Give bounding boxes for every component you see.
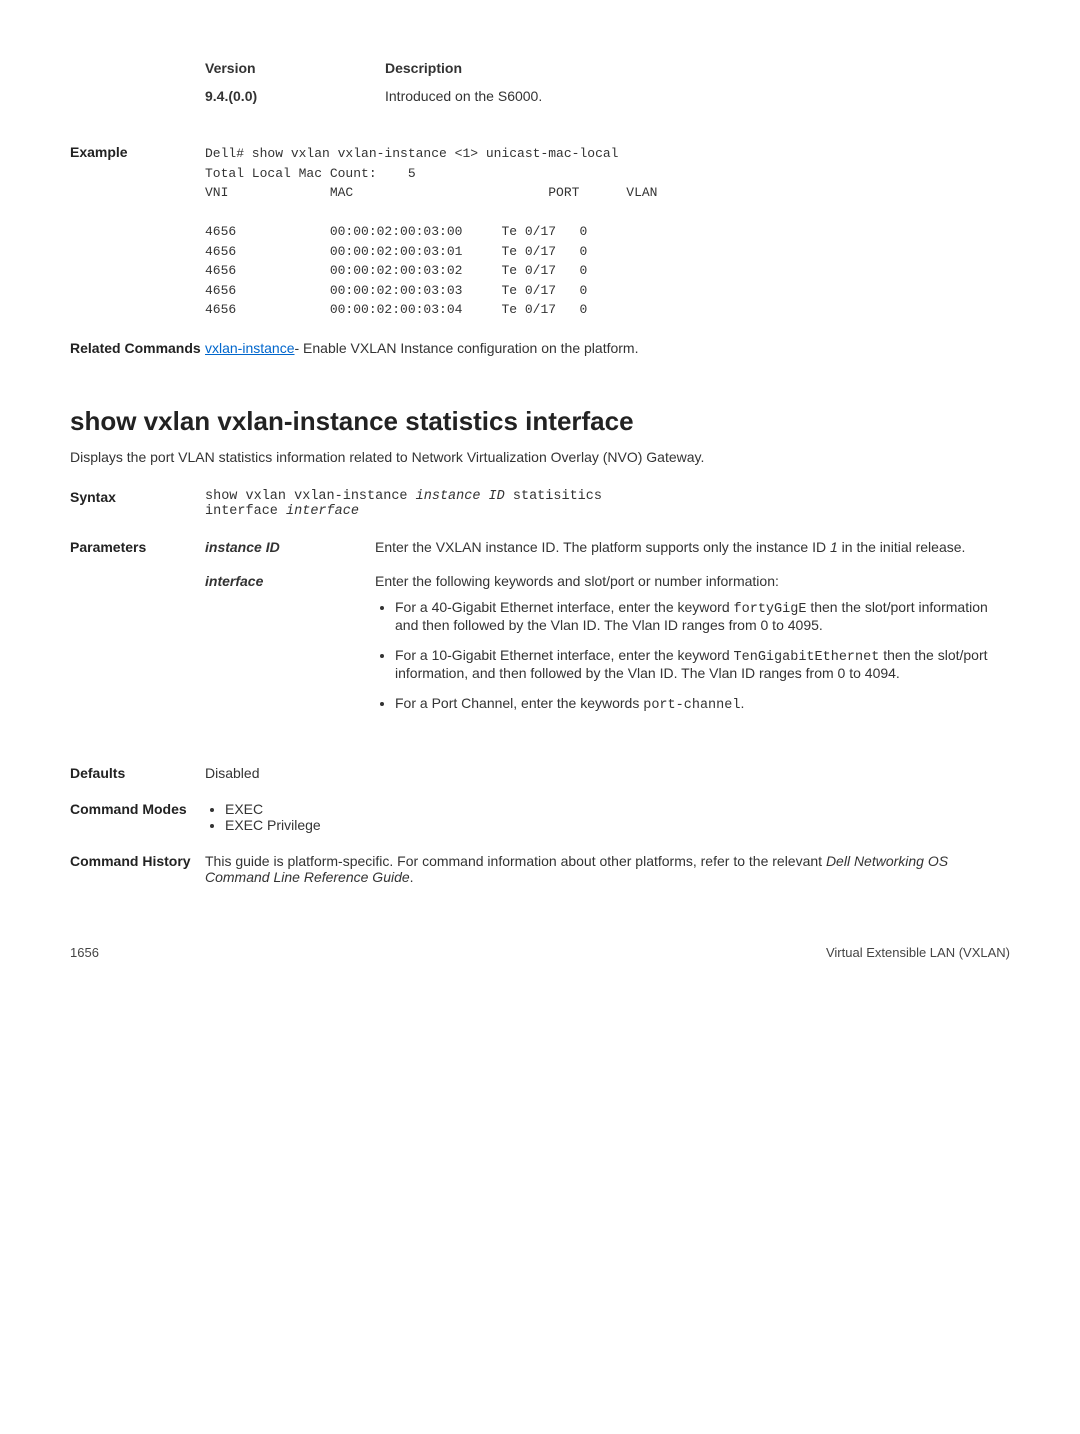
section-title: show vxlan vxlan-instance statistics int… xyxy=(70,406,1010,437)
page-footer: 1656 Virtual Extensible LAN (VXLAN) xyxy=(70,945,1010,960)
cmd-hist-b: . xyxy=(410,869,414,885)
param-desc-instance-id: Enter the VXLAN instance ID. The platfor… xyxy=(375,539,965,555)
version-header: Version Description xyxy=(205,60,1010,76)
param2-intro: Enter the following keywords and slot/po… xyxy=(375,573,1010,589)
syntax-row: Syntax show vxlan vxlan-instance instanc… xyxy=(70,489,1010,519)
example-row: Example Dell# show vxlan vxlan-instance … xyxy=(70,144,1010,320)
b2code: TenGigabitEthernet xyxy=(734,650,880,665)
syntax-italic2: interface xyxy=(286,504,359,519)
example-code: Dell# show vxlan vxlan-instance <1> unic… xyxy=(205,144,1010,320)
parameters-row: Parameters instance ID Enter the VXLAN i… xyxy=(70,539,1010,745)
cmd-hist-a: This guide is platform-specific. For com… xyxy=(205,853,826,869)
param2-bullet2: For a 10-Gigabit Ethernet interface, ent… xyxy=(395,647,1010,681)
related-link[interactable]: vxlan-instance xyxy=(205,340,295,356)
b3code: port-channel xyxy=(643,698,740,713)
section-intro: Displays the port VLAN statistics inform… xyxy=(70,449,1010,465)
syntax-italic: instance ID xyxy=(416,489,505,504)
param1-desc-a: Enter the VXLAN instance ID. The platfor… xyxy=(375,539,830,555)
param2-list: For a 40-Gigabit Ethernet interface, ent… xyxy=(375,599,1010,713)
defaults-value: Disabled xyxy=(205,765,1010,781)
parameters-label: Parameters xyxy=(70,539,205,745)
param2-bullet3: For a Port Channel, enter the keywords p… xyxy=(395,695,1010,713)
syntax-label: Syntax xyxy=(70,489,205,519)
b3b: . xyxy=(740,695,744,711)
footer-chapter: Virtual Extensible LAN (VXLAN) xyxy=(826,945,1010,960)
related-label: Related Commands xyxy=(70,340,205,356)
defaults-row: Defaults Disabled xyxy=(70,765,1010,781)
command-modes-row: Command Modes EXEC EXEC Privilege xyxy=(70,801,1010,833)
b1a: For a 40-Gigabit Ethernet interface, ent… xyxy=(395,599,734,615)
related-commands-row: Related Commands vxlan-instance- Enable … xyxy=(70,340,1010,356)
param2-bullet1: For a 40-Gigabit Ethernet interface, ent… xyxy=(395,599,1010,633)
command-history-row: Command History This guide is platform-s… xyxy=(70,853,1010,885)
version-value: 9.4.(0.0) xyxy=(205,88,385,104)
cmd-mode-exec-priv: EXEC Privilege xyxy=(225,817,1010,833)
param-row-interface: interface Enter the following keywords a… xyxy=(205,573,1010,727)
defaults-label: Defaults xyxy=(70,765,205,781)
cmd-mode-exec: EXEC xyxy=(225,801,1010,817)
command-history-text: This guide is platform-specific. For com… xyxy=(205,853,1010,885)
param-desc-interface: Enter the following keywords and slot/po… xyxy=(375,573,1010,727)
b3a: For a Port Channel, enter the keywords xyxy=(395,695,643,711)
param1-desc-italic: 1 xyxy=(830,539,838,555)
command-history-label: Command History xyxy=(70,853,205,885)
b2a: For a 10-Gigabit Ethernet interface, ent… xyxy=(395,647,734,663)
param-row-instance-id: instance ID Enter the VXLAN instance ID.… xyxy=(205,539,1010,555)
example-label: Example xyxy=(70,144,205,320)
version-desc: Introduced on the S6000. xyxy=(385,88,542,104)
param1-desc-b: in the initial release. xyxy=(838,539,966,555)
syntax-text3: interface xyxy=(205,504,286,519)
header-version: Version xyxy=(205,60,385,76)
param-name-interface: interface xyxy=(205,573,375,727)
syntax-text: show vxlan vxlan-instance xyxy=(205,489,416,504)
command-modes-label: Command Modes xyxy=(70,801,205,833)
related-text: - Enable VXLAN Instance configuration on… xyxy=(295,340,639,356)
b1code: fortyGigE xyxy=(734,602,807,617)
param-name-instance-id: instance ID xyxy=(205,539,375,555)
syntax-line: show vxlan vxlan-instance instance ID st… xyxy=(205,489,1010,519)
header-description: Description xyxy=(385,60,462,76)
syntax-text2: statisitics xyxy=(505,489,602,504)
command-modes-list: EXEC EXEC Privilege xyxy=(205,801,1010,833)
footer-page-num: 1656 xyxy=(70,945,99,960)
version-block: Version Description 9.4.(0.0) Introduced… xyxy=(70,60,1010,124)
version-row: 9.4.(0.0) Introduced on the S6000. xyxy=(205,88,1010,104)
